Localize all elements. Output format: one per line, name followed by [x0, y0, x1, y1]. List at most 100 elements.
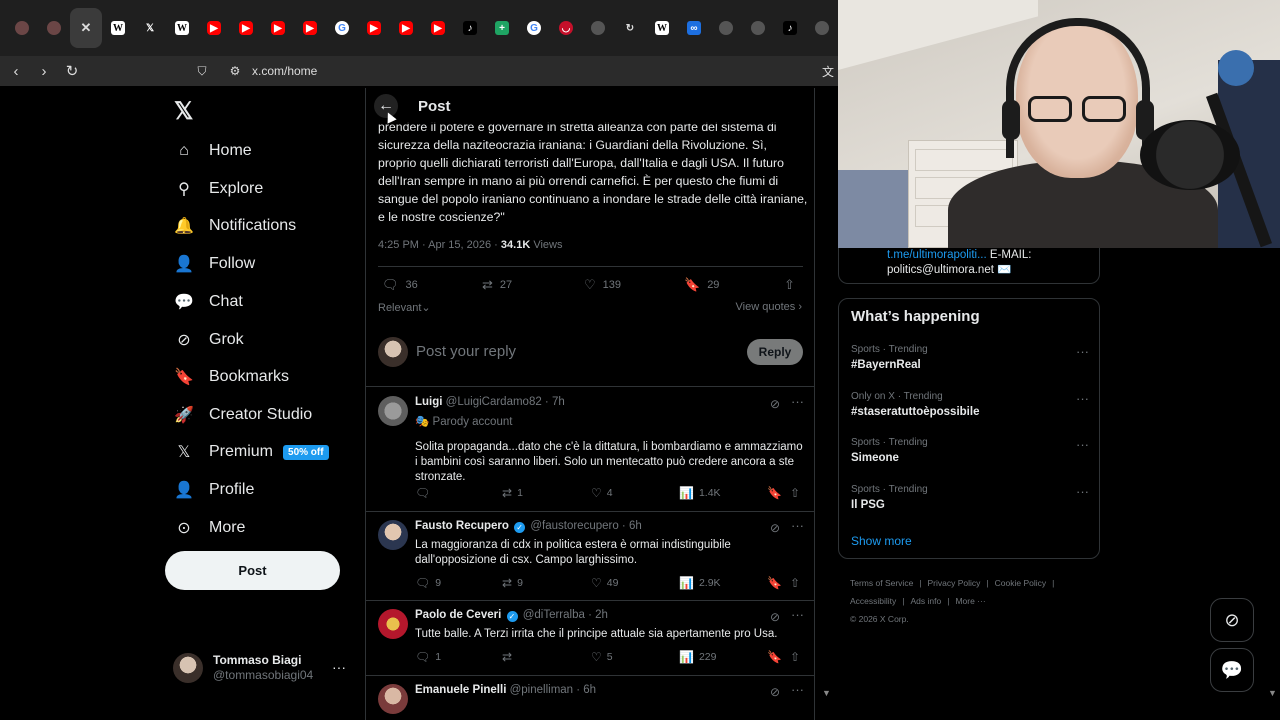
like-action[interactable]: ♡ 5: [591, 650, 613, 664]
browser-tab[interactable]: [742, 8, 774, 48]
footer-link[interactable]: Cookie Policy: [995, 578, 1047, 588]
browser-tab[interactable]: ▶: [422, 8, 454, 48]
reply-action[interactable]: 🗨 1: [415, 650, 441, 664]
browser-tab[interactable]: W: [646, 8, 678, 48]
more-dots-icon[interactable]: ···: [791, 682, 804, 697]
browser-tab[interactable]: ♪: [774, 8, 806, 48]
share-icon[interactable]: ⇧: [790, 486, 805, 500]
account-switcher[interactable]: Tommaso Biagi @tommasobiagi04 ···: [173, 651, 358, 685]
avatar[interactable]: [378, 520, 408, 550]
browser-tab[interactable]: ▶: [358, 8, 390, 48]
grok-explain-icon[interactable]: ⊘: [770, 521, 780, 535]
nav-item-follow[interactable]: 👤 Follow: [174, 249, 255, 279]
author-handle[interactable]: @LuigiCardamo82 · 7h: [446, 396, 565, 408]
nav-item-home[interactable]: ⌂ Home: [174, 136, 252, 166]
browser-tab[interactable]: ↻: [614, 8, 646, 48]
share-icon[interactable]: ⇧: [790, 650, 805, 664]
nav-item-creator-studio[interactable]: 🚀 Creator Studio: [174, 400, 312, 430]
footer-link[interactable]: © 2026 X Corp.: [850, 614, 909, 624]
reply-button[interactable]: Reply: [747, 339, 803, 365]
trend-item[interactable]: Sports · Trending Il PSG ···: [851, 484, 1091, 511]
reload-icon[interactable]: ↻: [60, 59, 84, 83]
scroll-down-icon[interactable]: ▼: [822, 688, 831, 698]
like-action[interactable]: ♡ 4: [591, 486, 613, 500]
views-action[interactable]: 📊 1.4K: [679, 486, 721, 500]
site-info-icon[interactable]: ⚙: [222, 64, 248, 78]
browser-tab[interactable]: [710, 8, 742, 48]
bookmark-action[interactable]: 🔖 29: [684, 277, 719, 293]
x-logo-icon[interactable]: 𝕏: [174, 97, 193, 126]
browser-tab[interactable]: G: [326, 8, 358, 48]
browser-tab[interactable]: ∞: [678, 8, 710, 48]
more-dots-icon[interactable]: ···: [1076, 344, 1089, 359]
bio-link[interactable]: t.me/ultimorapoliti...: [887, 249, 987, 261]
bookmark-icon[interactable]: 🔖: [767, 576, 787, 590]
browser-tab[interactable]: [6, 8, 38, 48]
grok-explain-icon[interactable]: ⊘: [770, 685, 780, 699]
browser-tab[interactable]: [38, 8, 70, 48]
browser-tab[interactable]: ▶: [390, 8, 422, 48]
reply-action[interactable]: 🗨 36: [382, 277, 418, 293]
reply-action[interactable]: 🗨: [415, 486, 435, 500]
views-action[interactable]: 📊 2.9K: [679, 576, 721, 590]
author-name[interactable]: Emanuele Pinelli: [415, 684, 506, 696]
author-handle[interactable]: @faustorecupero · 6h: [530, 520, 641, 532]
nav-item-profile[interactable]: 👤 Profile: [174, 475, 254, 505]
sort-dropdown[interactable]: Relevant⌄: [378, 301, 431, 314]
avatar[interactable]: [378, 396, 408, 426]
repost-action[interactable]: ⇄ 9: [502, 576, 523, 590]
reply-action[interactable]: 🗨 9: [415, 576, 441, 590]
author-name[interactable]: Paolo de Ceveri: [415, 609, 501, 621]
views-action[interactable]: 📊 229: [679, 650, 716, 664]
grok-fab-icon[interactable]: ⊘: [1210, 598, 1254, 642]
back-icon[interactable]: ‹: [4, 59, 28, 83]
browser-tab[interactable]: ♪: [454, 8, 486, 48]
more-dots-icon[interactable]: ···: [791, 518, 804, 533]
nav-item-premium[interactable]: 𝕏 Premium 50% off: [174, 437, 329, 467]
browser-tab[interactable]: W: [102, 8, 134, 48]
grok-explain-icon[interactable]: ⊘: [770, 397, 780, 411]
avatar[interactable]: [378, 609, 408, 639]
reply-input[interactable]: Post your reply: [416, 343, 516, 360]
reply-item[interactable]: Luigi @LuigiCardamo82 · 7h ⊘ ··· 🎭 Parody a…: [366, 388, 814, 512]
more-dots-icon[interactable]: ···: [791, 607, 804, 622]
browser-tab[interactable]: ✕: [70, 8, 102, 48]
like-action[interactable]: ♡ 49: [591, 576, 618, 590]
nav-item-chat[interactable]: 💬 Chat: [174, 287, 243, 317]
more-dots-icon[interactable]: ···: [1076, 484, 1089, 499]
post-button[interactable]: Post: [165, 551, 340, 590]
footer-link[interactable]: Privacy Policy: [928, 578, 981, 588]
more-dots-icon[interactable]: ···: [1076, 437, 1089, 452]
share-icon[interactable]: ⇧: [790, 576, 805, 590]
translate-icon[interactable]: 文: [822, 63, 834, 80]
like-action[interactable]: ♡ 139: [584, 277, 621, 293]
footer-link[interactable]: More ···: [955, 596, 985, 606]
browser-tab[interactable]: G: [518, 8, 550, 48]
footer-link[interactable]: Terms of Service: [850, 578, 913, 588]
browser-tab[interactable]: ▶: [230, 8, 262, 48]
browser-tab[interactable]: ▶: [294, 8, 326, 48]
scroll-down-icon[interactable]: ▼: [1268, 688, 1277, 698]
nav-item-explore[interactable]: ⚲ Explore: [174, 174, 263, 204]
repost-action[interactable]: ⇄ 1: [502, 486, 523, 500]
reply-item[interactable]: Paolo de Ceveri ✓ @diTerralba · 2h ⊘ ··· Tu…: [366, 601, 814, 676]
browser-tab[interactable]: ◡: [550, 8, 582, 48]
author-name[interactable]: Luigi: [415, 396, 442, 408]
browser-tab[interactable]: ▶: [198, 8, 230, 48]
reply-item[interactable]: Fausto Recupero ✓ @faustorecupero · 6h ⊘ ·…: [366, 512, 814, 601]
post-time[interactable]: 4:25 PM · Apr 15, 2026 ·: [378, 239, 501, 251]
grok-explain-icon[interactable]: ⊘: [770, 610, 780, 624]
browser-tab[interactable]: [806, 8, 838, 48]
repost-action[interactable]: ⇄: [502, 650, 517, 664]
bookmark-icon[interactable]: 🔖: [767, 650, 787, 664]
trend-item[interactable]: Sports · Trending Simeone ···: [851, 437, 1091, 464]
author-handle[interactable]: @diTerralba · 2h: [523, 609, 608, 621]
bookmark-icon[interactable]: 🔖: [767, 486, 787, 500]
trend-item[interactable]: Sports · Trending #BayernReal ···: [851, 344, 1091, 371]
share-icon[interactable]: ⇧: [784, 277, 802, 293]
nav-item-bookmarks[interactable]: 🔖 Bookmarks: [174, 362, 289, 392]
view-quotes-link[interactable]: View quotes ›: [736, 301, 802, 313]
footer-link[interactable]: Ads info: [911, 596, 942, 606]
address-bar[interactable]: ⛉ ⚙ x.com/home 文: [190, 58, 838, 84]
more-dots-icon[interactable]: ···: [332, 659, 346, 675]
